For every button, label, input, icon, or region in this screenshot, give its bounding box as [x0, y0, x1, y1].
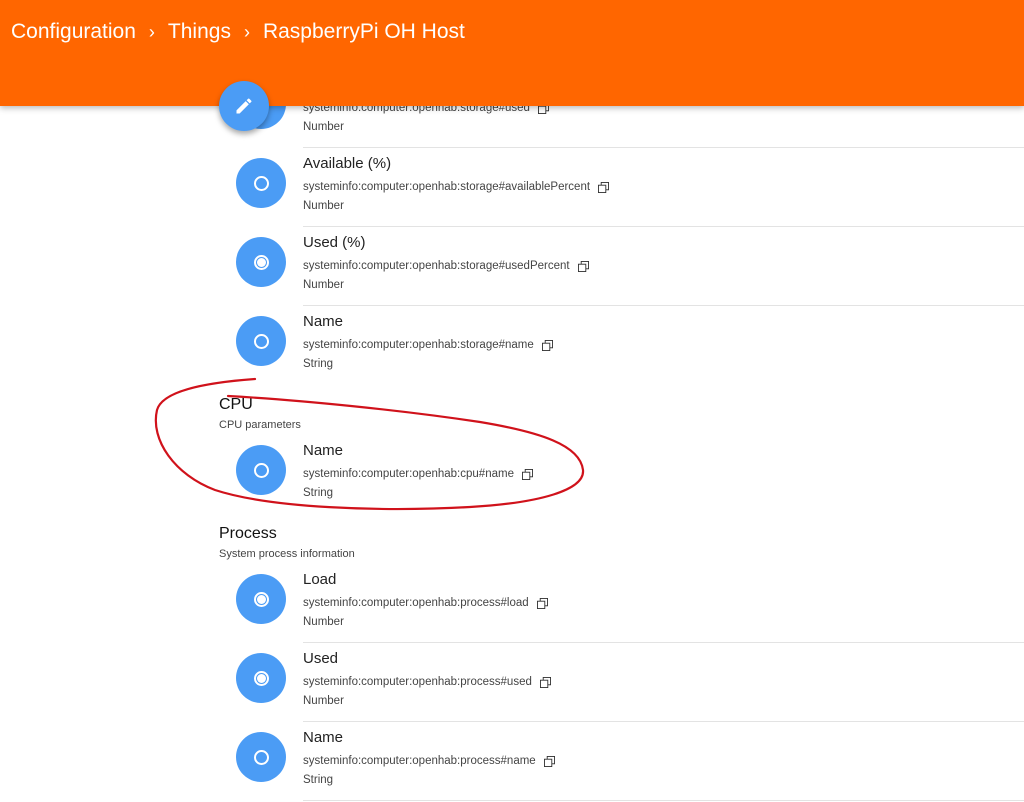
- channel-title: Available (%): [303, 155, 392, 172]
- row-divider: [303, 800, 1024, 801]
- channel-uid-line: systeminfo:computer:openhab:storage#name: [303, 339, 553, 351]
- channel-uid: systeminfo:computer:openhab:process#name: [303, 755, 536, 767]
- channel-uid: systeminfo:computer:openhab:process#load: [303, 597, 529, 609]
- channel-type: Number: [303, 121, 344, 133]
- breadcrumb-separator: ›: [243, 21, 250, 42]
- channel-title: Name: [303, 313, 344, 330]
- radio-on-icon: [253, 670, 269, 686]
- channel-row: Load systeminfo:computer:openhab:process…: [236, 564, 1024, 643]
- channel-uid-line: systeminfo:computer:openhab:cpu#name: [303, 468, 533, 480]
- channel-uid: systeminfo:computer:openhab:storage#avai…: [303, 181, 591, 193]
- channel-uid: systeminfo:computer:openhab:storage#used…: [303, 260, 570, 272]
- channel-type: Number: [303, 695, 344, 707]
- copy-icon[interactable]: [536, 597, 548, 609]
- radio-dot: [256, 257, 266, 267]
- channel-title: Name: [303, 442, 344, 459]
- breadcrumb-separator: ›: [148, 21, 155, 42]
- channel-row: Name systeminfo:computer:openhab:storage…: [236, 306, 1024, 385]
- pencil-icon: [236, 98, 252, 114]
- radio-dot: [256, 594, 266, 604]
- channel-type: Number: [303, 200, 344, 212]
- channel-info: Used (%) systeminfo:computer:openhab:sto…: [303, 227, 1024, 306]
- channel-row: Available (%) systeminfo:computer:openha…: [236, 148, 1024, 227]
- channel-link-toggle[interactable]: [236, 158, 286, 208]
- channel-title: Load: [303, 571, 337, 588]
- breadcrumb-configuration[interactable]: Configuration: [11, 20, 136, 44]
- channel-info: Used systeminfo:computer:openhab:process…: [303, 643, 1024, 722]
- channel-title: Used (%): [303, 234, 366, 251]
- channel-row: Used systeminfo:computer:openhab:process…: [236, 643, 1024, 722]
- copy-icon[interactable]: [577, 260, 589, 272]
- channel-link-toggle[interactable]: [236, 574, 286, 624]
- channel-link-toggle[interactable]: [236, 237, 286, 287]
- copy-icon[interactable]: [543, 755, 555, 767]
- channel-info: Name systeminfo:computer:openhab:process…: [303, 722, 1024, 801]
- radio-off-icon: [253, 749, 269, 765]
- breadcrumb-current-thing: RaspberryPi OH Host: [262, 20, 465, 43]
- copy-icon[interactable]: [521, 468, 533, 480]
- channel-row: Name systeminfo:computer:openhab:cpu#nam…: [236, 435, 1024, 514]
- channel-uid: systeminfo:computer:openhab:cpu#name: [303, 468, 514, 480]
- channel-info: Load systeminfo:computer:openhab:process…: [303, 564, 1024, 643]
- page: Configuration › Things › RaspberryPi OH …: [0, 0, 1024, 802]
- channel-type: String: [303, 774, 334, 786]
- breadcrumb: Configuration › Things › RaspberryPi OH …: [11, 16, 465, 48]
- channel-type: String: [303, 358, 334, 370]
- channel-uid-line: systeminfo:computer:openhab:storage#avai…: [303, 181, 610, 193]
- channel-link-toggle[interactable]: [236, 732, 286, 782]
- radio-off-icon: [253, 333, 269, 349]
- channel-title: Used: [303, 650, 339, 667]
- radio-dot: [256, 673, 266, 683]
- channel-info: Available (%) systeminfo:computer:openha…: [303, 148, 1024, 227]
- edit-button[interactable]: [219, 81, 269, 131]
- channel-uid-line: systeminfo:computer:openhab:process#load: [303, 597, 548, 609]
- channel-link-toggle[interactable]: [236, 445, 286, 495]
- copy-icon[interactable]: [539, 676, 551, 688]
- channel-type: Number: [303, 616, 344, 628]
- radio-on-icon: [253, 254, 269, 270]
- group-title-cpu: CPU: [219, 396, 253, 413]
- group-description-process: System process information: [219, 548, 355, 560]
- radio-on-icon: [253, 591, 269, 607]
- copy-icon[interactable]: [598, 181, 610, 193]
- channel-title: Name: [303, 729, 344, 746]
- channel-uid: systeminfo:computer:openhab:process#used: [303, 676, 532, 688]
- channel-uid-line: systeminfo:computer:openhab:process#used: [303, 676, 551, 688]
- channel-type: String: [303, 487, 334, 499]
- group-description-cpu: CPU parameters: [219, 419, 301, 431]
- channel-type: Number: [303, 279, 344, 291]
- channel-uid-line: systeminfo:computer:openhab:process#name: [303, 755, 555, 767]
- channel-info: Name systeminfo:computer:openhab:storage…: [303, 306, 1024, 385]
- group-title-process: Process: [219, 525, 277, 542]
- radio-off-icon: [253, 175, 269, 191]
- breadcrumb-things[interactable]: Things: [168, 20, 231, 44]
- channel-uid-line: systeminfo:computer:openhab:storage#used…: [303, 260, 589, 272]
- radio-off-icon: [253, 462, 269, 478]
- app-bar: Configuration › Things › RaspberryPi OH …: [0, 0, 1024, 106]
- copy-icon[interactable]: [541, 339, 553, 351]
- channel-uid: systeminfo:computer:openhab:storage#name: [303, 339, 534, 351]
- channel-row: Used (%) systeminfo:computer:openhab:sto…: [236, 227, 1024, 306]
- channel-link-toggle[interactable]: [236, 316, 286, 366]
- channel-row: Name systeminfo:computer:openhab:process…: [236, 722, 1024, 801]
- channel-info: Name systeminfo:computer:openhab:cpu#nam…: [303, 435, 1024, 514]
- channel-link-toggle[interactable]: [236, 653, 286, 703]
